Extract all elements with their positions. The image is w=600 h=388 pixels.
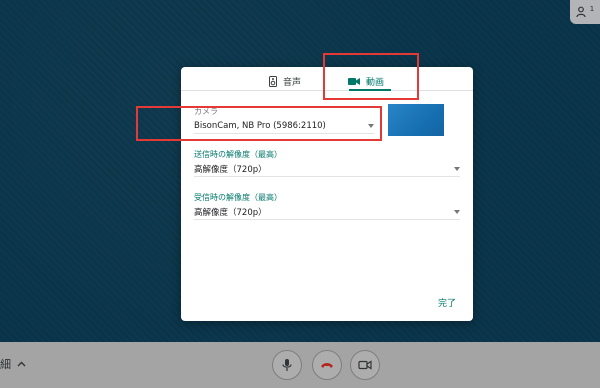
videocam-outline-icon <box>358 360 372 370</box>
chevron-down-icon <box>454 166 460 171</box>
settings-dialog: 音声 動画 カメラ BisonCam, NB Pro (5986:2110) 送… <box>181 67 473 321</box>
send-resolution-select[interactable]: 高解像度（720p） <box>194 161 460 177</box>
camera-label: カメラ <box>194 107 218 116</box>
phone-hangup-icon <box>321 363 333 368</box>
chevron-up-icon <box>17 361 26 367</box>
done-button[interactable]: 完了 <box>438 296 456 309</box>
tab-audio[interactable]: 音声 <box>269 71 301 91</box>
hang-up-button[interactable] <box>312 350 342 380</box>
send-resolution-label: 送信時の解像度（最高） <box>194 150 282 159</box>
details-toggle[interactable]: 細 <box>0 356 26 372</box>
speaker-icon <box>269 75 277 87</box>
participants-count: 1 <box>589 5 595 13</box>
receive-resolution-label: 受信時の解像度（最高） <box>194 193 282 202</box>
send-resolution-value: 高解像度（720p） <box>194 164 267 175</box>
participants-button[interactable]: 1 <box>570 0 600 24</box>
chevron-down-icon <box>368 123 374 128</box>
chevron-down-icon <box>454 209 460 214</box>
people-icon <box>576 6 586 18</box>
camera-value: BisonCam, NB Pro (5986:2110) <box>194 120 326 131</box>
microphone-icon <box>282 359 292 371</box>
tab-video[interactable]: 動画 <box>348 71 384 91</box>
camera-preview <box>388 104 444 136</box>
receive-resolution-value: 高解像度（720p） <box>194 207 267 218</box>
tab-video-label: 動画 <box>366 77 385 88</box>
camera-select[interactable]: BisonCam, NB Pro (5986:2110) <box>194 118 374 134</box>
videocam-icon <box>348 77 360 85</box>
receive-resolution-select[interactable]: 高解像度（720p） <box>194 204 460 220</box>
settings-tabs: 音声 動画 <box>181 67 473 91</box>
tab-audio-label: 音声 <box>283 77 302 88</box>
active-tab-indicator <box>349 89 391 91</box>
microphone-button[interactable] <box>272 350 302 380</box>
details-label: 細 <box>0 358 11 371</box>
camera-button[interactable] <box>350 350 380 380</box>
